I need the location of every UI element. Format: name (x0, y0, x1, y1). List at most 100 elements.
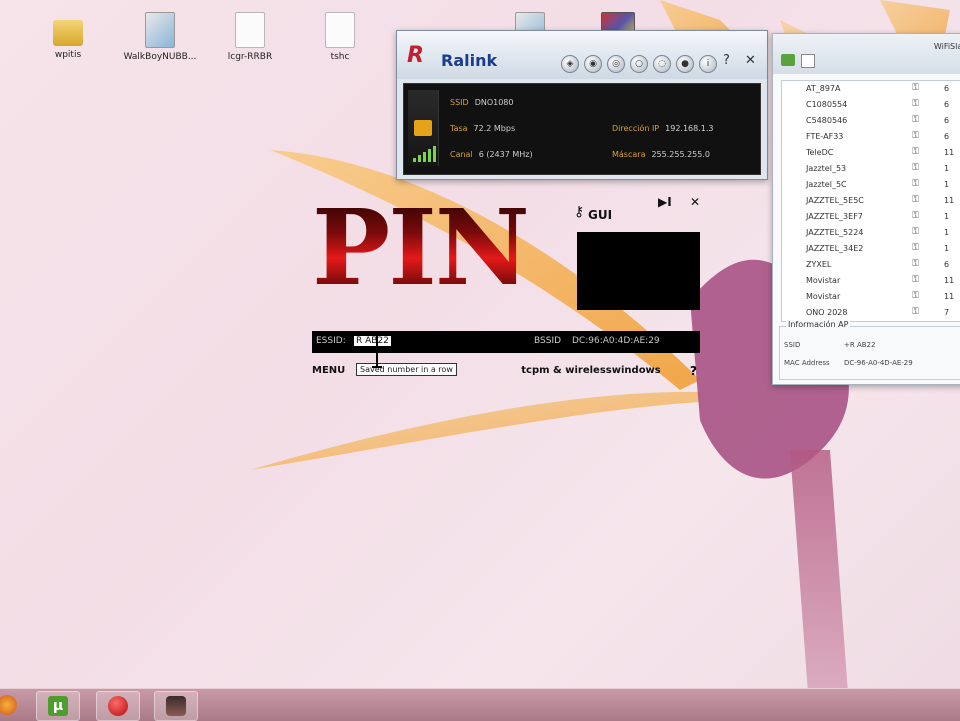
channel-label: Canal (450, 150, 473, 159)
network-ssid: JAZZTEL_5E5C (806, 196, 864, 205)
lock-icon: ⚿ (912, 179, 919, 189)
network-ssid: ZYXEL (806, 260, 832, 269)
network-ssid: JAZZTEL_3EF7 (806, 212, 863, 221)
lock-icon: ⚿ (912, 99, 919, 109)
network-row[interactable]: Jazztel_5C ⚿ 1 (782, 177, 960, 193)
close-button[interactable]: ✕ (745, 53, 756, 68)
network-row[interactable]: JAZZTEL_5E5C ⚿ 11 (782, 193, 960, 209)
lock-icon: ⚿ (912, 115, 919, 125)
network-ssid: Movistar (806, 292, 841, 301)
network-ssid: Jazztel_5C (806, 180, 847, 189)
network-row[interactable]: FTE-AF33 ⚿ 6 (782, 129, 960, 145)
taskbar-user[interactable] (154, 691, 198, 721)
lock-icon: ⚿ (912, 131, 919, 141)
lock-icon: ⚿ (912, 211, 919, 221)
network-channel: 1 (944, 228, 950, 237)
pin-title: PIN (312, 186, 530, 309)
network-row[interactable]: Movistar ⚿ 11 (782, 273, 960, 289)
network-row[interactable]: C5480546 ⚿ 6 (782, 113, 960, 129)
ap-info-legend: Información AP (786, 320, 851, 329)
refresh-icon[interactable] (781, 54, 795, 66)
firefox-icon (0, 695, 17, 715)
network-row[interactable]: JAZZTEL_3EF7 ⚿ 1 (782, 209, 960, 225)
network-channel: 6 (944, 132, 950, 141)
pin-close-button[interactable]: ✕ (690, 195, 700, 209)
document-icon[interactable] (801, 54, 815, 68)
lock-icon: ⚿ (912, 243, 919, 253)
pin-help-button[interactable]: ? (690, 364, 697, 378)
ip-value: 192.168.1.3 (665, 124, 714, 133)
ralink-toolbar: ◈ ◉ ◎ ○ ◌ ● i (561, 55, 717, 73)
network-row[interactable]: C1080554 ⚿ 6 (782, 97, 960, 113)
menu-text: tcpm & wirelesswindows (521, 365, 661, 376)
network-ssid: C1080554 (806, 100, 848, 109)
network-channel: 6 (944, 100, 950, 109)
tooltip: Saved number in a row (356, 363, 457, 376)
help-button[interactable]: ? (723, 53, 730, 68)
network-channel: 1 (944, 164, 950, 173)
ap-ssid-value: +R AB22 (844, 341, 876, 349)
lock-icon: ⚿ (912, 163, 919, 173)
lock-icon: ⚿ (912, 291, 919, 301)
network-row[interactable]: JAZZTEL_5224 ⚿ 1 (782, 225, 960, 241)
mask-row: Máscara 255.255.255.0 (612, 150, 710, 159)
taskbar-utorrent[interactable]: µ (36, 691, 80, 721)
ralink-status-panel: SSID DNO1080 Tasa 72.2 Mbps Canal 6 (2437 M… (403, 83, 761, 175)
profile-button[interactable]: ◈ (561, 55, 579, 73)
network-channel: 1 (944, 212, 950, 221)
network-row[interactable]: TeleDC ⚿ 11 (782, 145, 960, 161)
wps-button[interactable]: ● (676, 55, 694, 73)
network-button[interactable]: ◉ (584, 55, 602, 73)
network-ssid: JAZZTEL_5224 (806, 228, 864, 237)
taskbar: µ (0, 688, 960, 721)
speed-label: Tasa (450, 124, 468, 133)
ap-mac-value: DC-96-A0-4D-AE-29 (844, 359, 913, 367)
lock-icon: ⚿ (912, 227, 919, 237)
network-row[interactable]: ZYXEL ⚿ 6 (782, 257, 960, 273)
network-channel: 6 (944, 84, 950, 93)
network-row[interactable]: JAZZTEL_34E2 ⚿ 1 (782, 241, 960, 257)
lock-icon: ⚿ (912, 307, 919, 317)
ssid-label: SSID (450, 98, 469, 107)
user-icon (166, 696, 186, 716)
about-button[interactable]: i (699, 55, 717, 73)
statistics-button[interactable]: ○ (630, 55, 648, 73)
network-channel: 6 (944, 116, 950, 125)
network-channel: 1 (944, 244, 950, 253)
desktop-icon-file[interactable]: lcgr-RRBR (210, 12, 290, 62)
window-title: WiFiSlax (933, 42, 960, 51)
key-icon: ⚷ (574, 204, 585, 220)
ip-label: Dirección IP (612, 124, 660, 133)
signal-panel (408, 90, 439, 166)
record-icon (108, 696, 128, 716)
ralink-window: R Ralink ◈ ◉ ◎ ○ ◌ ● i ? ✕ SSID DNO1080 T… (396, 30, 768, 180)
network-row[interactable]: Jazztel_53 ⚿ 1 (782, 161, 960, 177)
advanced-button[interactable]: ◎ (607, 55, 625, 73)
bssid-label: BSSID (534, 336, 562, 346)
essid-value[interactable]: R AB22 (354, 336, 391, 346)
taskbar-record[interactable] (96, 691, 140, 721)
desktop-icon-image[interactable]: WalkBoyNUBB... (120, 12, 200, 62)
lock-icon (414, 120, 432, 136)
ssid-row: SSID DNO1080 (450, 98, 514, 107)
lock-icon: ⚿ (912, 83, 919, 93)
network-channel: 11 (944, 292, 955, 301)
document-icon (235, 12, 265, 48)
ralink-brand: Ralink (441, 51, 498, 70)
desktop-icon-folder[interactable]: wpitis (28, 12, 108, 60)
network-channel: 1 (944, 180, 950, 189)
network-channel: 7 (944, 308, 950, 317)
channel-row: Canal 6 (2437 MHz) (450, 150, 533, 159)
wmm-button[interactable]: ◌ (653, 55, 671, 73)
network-channel: 11 (944, 276, 955, 285)
gui-label: GUI (588, 208, 613, 222)
network-list[interactable]: AT_897A ⚿ 6 C1080554 ⚿ 6 C5480546 ⚿ 6 FTE-AF33 ⚿ 6 T… (781, 80, 960, 322)
start-button[interactable]: ▶I (658, 195, 672, 209)
folder-icon (53, 20, 83, 46)
taskbar-firefox[interactable] (0, 691, 28, 719)
network-row[interactable]: Movistar ⚿ 11 (782, 289, 960, 305)
network-row[interactable]: ONO 2028 ⚿ 7 (782, 305, 960, 321)
desktop-icon-file[interactable]: tshc (300, 12, 380, 62)
speed-row: Tasa 72.2 Mbps (450, 124, 515, 133)
network-row[interactable]: AT_897A ⚿ 6 (782, 81, 960, 97)
